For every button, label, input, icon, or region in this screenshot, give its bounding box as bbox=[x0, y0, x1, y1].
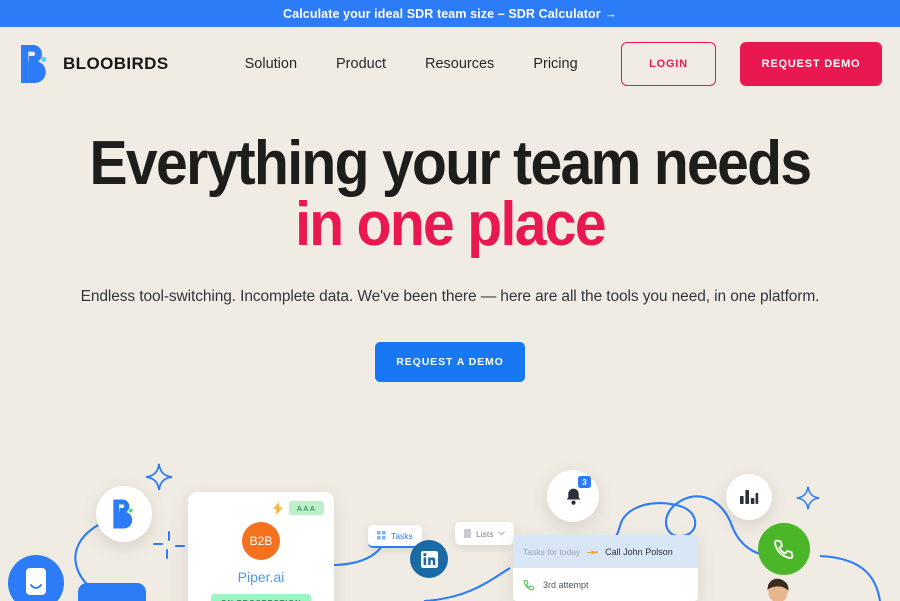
lightning-bolt-icon bbox=[272, 501, 283, 515]
announcement-link[interactable]: Calculate your ideal SDR team size – SDR… bbox=[283, 7, 617, 21]
analytics-badge[interactable] bbox=[726, 474, 772, 520]
tasks-card-row[interactable]: 3rd attempt bbox=[513, 568, 698, 601]
announcement-bar[interactable]: Calculate your ideal SDR team size – SDR… bbox=[0, 0, 900, 27]
blue-rounded-shape bbox=[78, 583, 146, 601]
request-demo-button[interactable]: REQUEST DEMO bbox=[740, 41, 882, 86]
contact-name[interactable]: Piper.ai bbox=[188, 569, 334, 585]
brand-logo[interactable]: BLOOBIRDS bbox=[18, 43, 169, 85]
tasks-card-row-text: 3rd attempt bbox=[543, 579, 589, 590]
contact-card-piper[interactable]: AAA B2B Piper.ai ON PROSPECTION bbox=[188, 492, 334, 601]
main-nav: Solution Product Resources Pricing bbox=[245, 56, 578, 72]
smiley-chat-icon bbox=[26, 568, 46, 595]
bloobirds-badge bbox=[96, 486, 152, 542]
notification-count-badge: 3 bbox=[578, 476, 591, 488]
rating-tag: AAA bbox=[288, 501, 324, 515]
header-actions: LOGIN REQUEST DEMO bbox=[621, 41, 882, 86]
bar-chart-icon bbox=[740, 490, 759, 504]
sparkle-burst-icon bbox=[153, 531, 185, 559]
person-icon bbox=[767, 578, 789, 601]
sparkle-star-icon-2 bbox=[796, 486, 820, 510]
tasks-chip-label: Tasks bbox=[391, 530, 413, 541]
site-header: BLOOBIRDS Solution Product Resources Pri… bbox=[0, 27, 900, 100]
tasks-chip[interactable]: Tasks bbox=[368, 525, 422, 548]
bell-icon bbox=[566, 488, 580, 505]
brand-name: BLOOBIRDS bbox=[63, 53, 169, 73]
hero-section: Everything your team needs in one place … bbox=[0, 100, 900, 382]
bloobirds-b-icon bbox=[113, 499, 133, 529]
status-badge: ON PROSPECTION bbox=[210, 594, 312, 601]
tasks-today-card[interactable]: Tasks for today Call John Polson 3rd att… bbox=[513, 535, 698, 601]
lists-chip-label: Lists bbox=[476, 528, 494, 539]
card-top-row: AAA bbox=[188, 492, 334, 515]
headline-line-1: Everything your team needs bbox=[89, 129, 813, 198]
phone-call-icon bbox=[774, 539, 794, 559]
hero-illustration: AAA B2B Piper.ai ON PROSPECTION Tasks Li… bbox=[0, 430, 900, 601]
notifications-badge[interactable]: 3 bbox=[547, 470, 599, 522]
sparkle-star-icon bbox=[145, 463, 173, 491]
pointing-hand-icon bbox=[587, 550, 599, 555]
phone-icon bbox=[523, 579, 535, 590]
linkedin-icon bbox=[420, 550, 438, 568]
nav-item-pricing[interactable]: Pricing bbox=[533, 56, 577, 72]
list-icon bbox=[464, 529, 471, 538]
headline-line-2: in one place bbox=[295, 189, 606, 259]
tasks-card-header-label: Tasks for today bbox=[523, 546, 581, 557]
nav-item-product[interactable]: Product bbox=[336, 56, 386, 72]
chevron-down-icon bbox=[498, 531, 506, 536]
call-button-badge[interactable] bbox=[758, 523, 810, 575]
page-title: Everything your team needs in one place bbox=[36, 133, 864, 259]
lists-chip[interactable]: Lists bbox=[455, 522, 515, 545]
person-avatar bbox=[755, 578, 801, 601]
bloobirds-b-logo-icon bbox=[18, 43, 52, 85]
tasks-card-header: Tasks for today Call John Polson bbox=[513, 535, 698, 568]
hero-subheading: Endless tool-switching. Incomplete data.… bbox=[80, 287, 820, 305]
linkedin-badge[interactable] bbox=[410, 540, 448, 578]
nav-item-solution[interactable]: Solution bbox=[245, 56, 297, 72]
avatar: B2B bbox=[242, 522, 280, 560]
grid-icon bbox=[377, 531, 386, 540]
hero-request-demo-button[interactable]: REQUEST A DEMO bbox=[375, 341, 525, 382]
bloobirds-b-logo-svg bbox=[21, 44, 47, 83]
nav-item-resources[interactable]: Resources bbox=[425, 56, 494, 72]
tasks-card-task: Call John Polson bbox=[605, 546, 673, 557]
login-button[interactable]: LOGIN bbox=[621, 41, 716, 86]
